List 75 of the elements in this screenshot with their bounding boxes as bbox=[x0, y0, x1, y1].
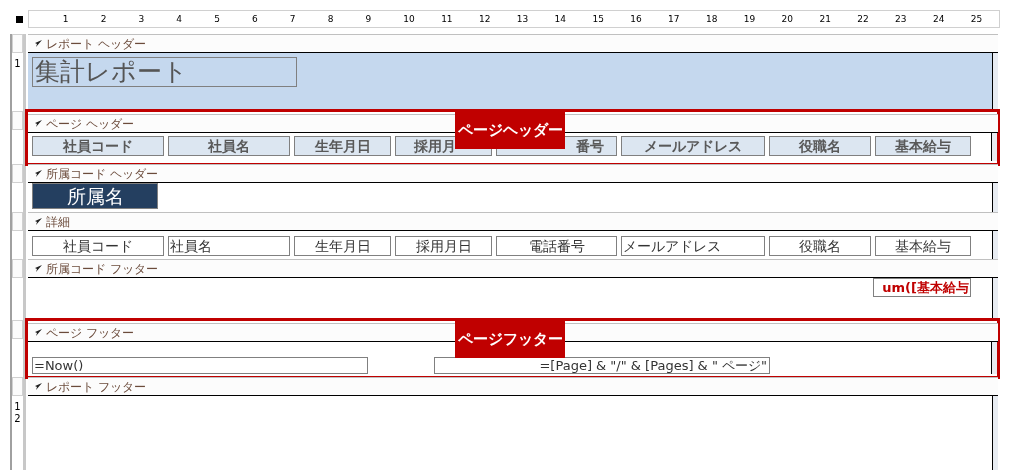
canvas-margin bbox=[993, 231, 998, 259]
section-title: ページ ヘッダー bbox=[46, 115, 134, 133]
column-label[interactable]: 生年月日 bbox=[294, 136, 391, 156]
section-bar[interactable]: 所属コード フッター bbox=[28, 259, 998, 278]
ruler-number: 9 bbox=[365, 13, 372, 25]
text-field[interactable]: 電話番号 bbox=[496, 236, 617, 256]
ruler-number: 22 bbox=[857, 13, 869, 25]
collapse-arrow-icon[interactable] bbox=[34, 169, 43, 178]
section-title: レポート ヘッダー bbox=[46, 35, 146, 53]
canvas-margin bbox=[993, 53, 998, 111]
section-bar[interactable]: レポート ヘッダー bbox=[28, 34, 998, 53]
ruler-number: 3 bbox=[138, 13, 145, 25]
callout-tooltip: ページフッター bbox=[455, 320, 565, 358]
ruler-number: 12 bbox=[478, 13, 491, 25]
canvas-margin bbox=[993, 183, 998, 212]
ruler-number: 14 bbox=[554, 13, 567, 25]
section-title: 所属コード フッター bbox=[46, 260, 158, 278]
ruler-number: 19 bbox=[743, 13, 756, 25]
ruler-number: 1 bbox=[62, 13, 69, 25]
date-field[interactable]: =Now() bbox=[32, 357, 368, 374]
canvas-margin bbox=[992, 133, 997, 161]
ruler-number: 10 bbox=[403, 13, 415, 25]
collapse-arrow-icon[interactable] bbox=[34, 217, 43, 226]
text-field[interactable]: 社員コード bbox=[32, 236, 164, 256]
ruler-number: 1 bbox=[14, 402, 21, 412]
ruler-number: 25 bbox=[970, 13, 983, 25]
column-label[interactable]: メールアドレス bbox=[621, 136, 765, 156]
section-title: 詳細 bbox=[46, 213, 70, 231]
section-title: レポート フッター bbox=[46, 378, 146, 396]
callout-tooltip: ページヘッダー bbox=[455, 111, 565, 149]
ruler-number: 11 bbox=[441, 13, 453, 25]
text-field[interactable]: 基本給与 bbox=[875, 236, 971, 256]
ruler-number: 24 bbox=[932, 13, 945, 25]
ruler-number: 4 bbox=[176, 13, 183, 25]
ruler-number: 2 bbox=[100, 13, 107, 25]
section-bar[interactable]: レポート フッター bbox=[28, 377, 998, 396]
text-field[interactable]: メールアドレス bbox=[621, 236, 765, 256]
text-field[interactable]: 採用月日 bbox=[395, 236, 492, 256]
select-report-icon[interactable] bbox=[15, 15, 23, 23]
page-number-field[interactable]: =[Page] & "/" & [Pages] & " ページ" bbox=[434, 357, 770, 374]
ruler-number: 7 bbox=[289, 13, 296, 25]
column-label[interactable]: 社員コード bbox=[32, 136, 164, 156]
collapse-arrow-icon[interactable] bbox=[34, 328, 43, 337]
canvas-margin bbox=[992, 342, 997, 374]
ruler-number: 15 bbox=[592, 13, 604, 25]
section-title: ページ フッター bbox=[46, 324, 134, 342]
canvas-margin bbox=[993, 278, 998, 320]
ruler-number: 23 bbox=[895, 13, 907, 25]
column-label[interactable]: 社員名 bbox=[168, 136, 290, 156]
collapse-arrow-icon[interactable] bbox=[34, 264, 43, 273]
report-title[interactable]: 集計レポート bbox=[32, 57, 297, 87]
ruler-number: 5 bbox=[214, 13, 220, 25]
ruler-number: 16 bbox=[630, 13, 642, 25]
column-label[interactable]: 役職名 bbox=[769, 136, 871, 156]
ruler-number: 2 bbox=[14, 414, 21, 424]
column-label[interactable]: 基本給与 bbox=[875, 136, 971, 156]
section-bar[interactable]: 所属コード ヘッダー bbox=[28, 164, 998, 183]
text-field[interactable]: 生年月日 bbox=[294, 236, 391, 256]
text-field[interactable]: 役職名 bbox=[769, 236, 871, 256]
section-title: 所属コード ヘッダー bbox=[46, 165, 158, 183]
ruler-number: 1 bbox=[14, 59, 21, 69]
ruler-number: 8 bbox=[327, 13, 334, 25]
collapse-arrow-icon[interactable] bbox=[34, 382, 43, 391]
ruler-number: 6 bbox=[251, 13, 258, 25]
section-bar[interactable]: 詳細 bbox=[28, 212, 998, 231]
collapse-arrow-icon[interactable] bbox=[34, 119, 43, 128]
group-label[interactable]: 所属名 bbox=[32, 183, 158, 209]
sum-field[interactable]: um([基本給与 bbox=[873, 278, 971, 297]
text-field[interactable]: 社員名 bbox=[168, 236, 290, 256]
collapse-arrow-icon[interactable] bbox=[34, 39, 43, 48]
ruler-number: 13 bbox=[516, 13, 529, 25]
ruler-number: 17 bbox=[668, 13, 680, 25]
ruler-number: 18 bbox=[705, 13, 718, 25]
ruler-number: 21 bbox=[819, 13, 831, 25]
ruler-number: 20 bbox=[781, 13, 794, 25]
